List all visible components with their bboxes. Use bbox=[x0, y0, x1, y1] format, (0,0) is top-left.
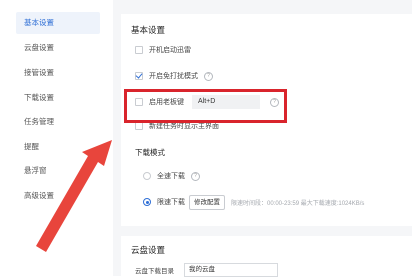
highlight-box bbox=[124, 89, 287, 123]
autostart-row: 开机启动迅雷 bbox=[135, 42, 191, 58]
sidebar-item-download[interactable]: 下载设置 bbox=[16, 87, 100, 109]
download-mode-title: 下载模式 bbox=[135, 148, 165, 157]
autostart-checkbox[interactable] bbox=[135, 46, 143, 54]
sidebar-item-takeover[interactable]: 接管设置 bbox=[16, 62, 100, 84]
sidebar-item-basic[interactable]: 基本设置 bbox=[16, 12, 100, 34]
cloud-settings-title: 云盘设置 bbox=[131, 245, 166, 255]
basic-settings-title: 基本设置 bbox=[131, 25, 166, 35]
autostart-label: 开机启动迅雷 bbox=[149, 47, 191, 54]
sidebar-item-cloud[interactable]: 云盘设置 bbox=[16, 37, 100, 59]
cloud-dir-select[interactable]: 我的云盘 bbox=[184, 263, 278, 277]
sidebar-item-floating-window[interactable]: 悬浮窗 bbox=[16, 160, 100, 182]
settings-sidebar: 基本设置 云盘设置 接管设置 下载设置 任务管理 提醒 悬浮窗 高级设置 bbox=[0, 0, 106, 276]
modify-config-button[interactable]: 修改配置 bbox=[189, 194, 225, 210]
cloud-settings-card: 云盘设置 云盘下载目录 我的云盘 bbox=[121, 236, 412, 277]
limit-info-text: 限速时间段：00:00-23:59 最大下载速度:1024KB/s bbox=[231, 200, 365, 207]
dnd-checkbox[interactable] bbox=[135, 72, 143, 80]
sidebar-item-tasks[interactable]: 任务管理 bbox=[16, 111, 100, 133]
dnd-label: 开启免打扰模式 bbox=[149, 73, 198, 80]
sidebar-item-advanced[interactable]: 高级设置 bbox=[16, 185, 100, 207]
newtask-checkbox[interactable] bbox=[135, 122, 143, 130]
full-speed-row: 全速下载 ? bbox=[143, 168, 200, 184]
limited-row: 限速下载 修改配置 限速时间段：00:00-23:59 最大下载速度:1024K… bbox=[143, 194, 364, 210]
cloud-dir-label: 云盘下载目录 bbox=[135, 268, 174, 275]
full-speed-label: 全速下载 bbox=[157, 173, 185, 180]
settings-main: 基本设置 开机启动迅雷 开启免打扰模式 ? 启用老板键 Alt+D ? 新建任务… bbox=[113, 0, 412, 277]
full-speed-radio[interactable] bbox=[143, 172, 151, 180]
limited-label: 限速下载 bbox=[157, 199, 185, 206]
help-icon[interactable]: ? bbox=[191, 171, 200, 181]
dnd-row: 开启免打扰模式 ? bbox=[135, 68, 213, 84]
help-icon[interactable]: ? bbox=[204, 71, 213, 81]
sidebar-item-reminder[interactable]: 提醒 bbox=[16, 136, 100, 158]
limited-radio[interactable] bbox=[143, 198, 151, 206]
